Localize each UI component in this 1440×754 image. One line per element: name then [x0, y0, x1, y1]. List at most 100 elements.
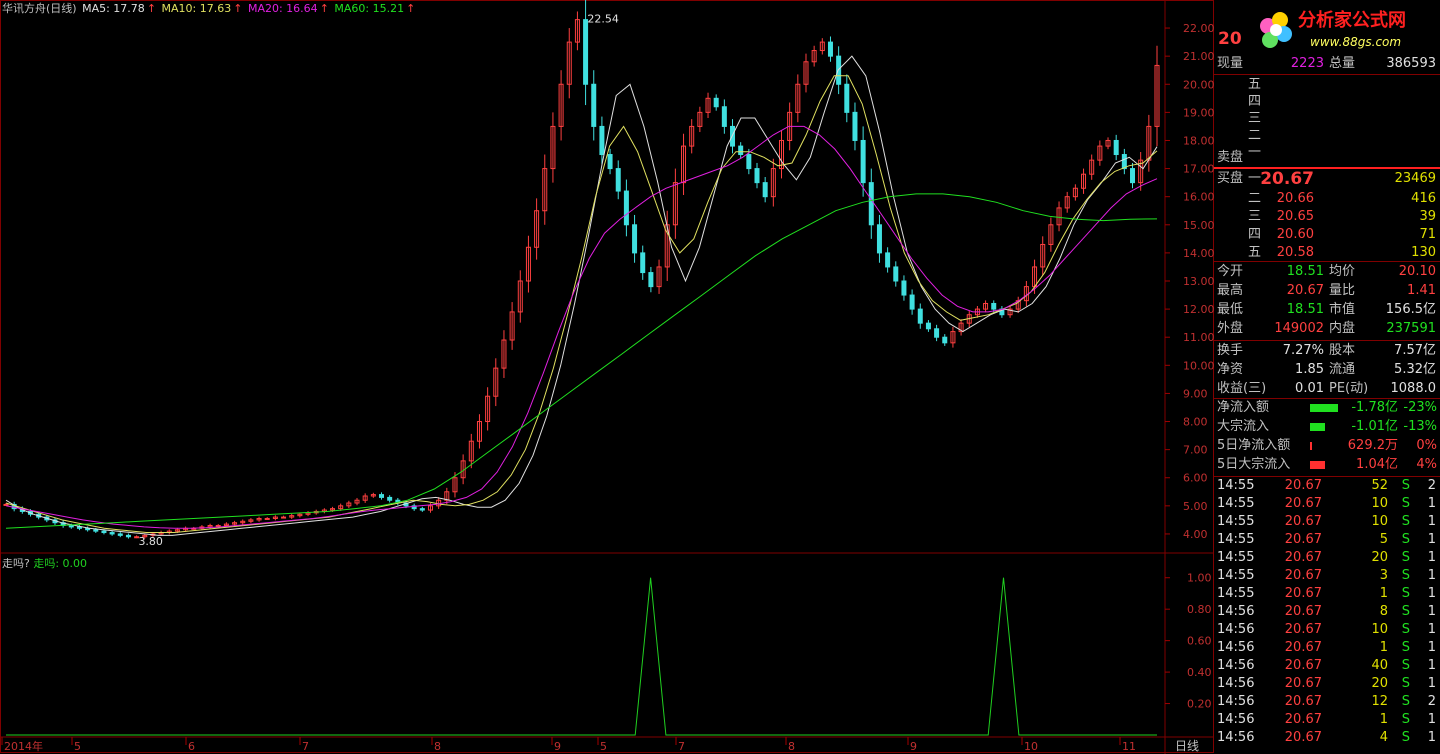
quote-panel: 20 现量 2223 总量 386593 五四三二一 卖盘 买盘 一 20.67 2… [1214, 0, 1440, 754]
tick-row[interactable]: 14:55 20.67 52 S 2 [1214, 477, 1440, 495]
sell-level-label: 三 [1248, 111, 1262, 126]
candle-body [901, 280, 907, 296]
sell-level-label: 五 [1248, 77, 1262, 92]
ma-line-ma20 [5, 125, 1158, 529]
stat-label: 量比 [1329, 283, 1356, 298]
candle-body [68, 525, 74, 528]
tick-row[interactable]: 14:56 20.67 1 S 1 [1214, 639, 1440, 657]
candle-body [917, 308, 923, 324]
candle-body [109, 532, 115, 535]
tick-row[interactable]: 14:55 20.67 3 S 1 [1214, 567, 1440, 585]
candle-body [264, 517, 270, 520]
candle-body [640, 252, 646, 274]
tick-row[interactable]: 14:56 20.67 4 S 1 [1214, 729, 1440, 747]
x-tick-label: 9 [554, 740, 561, 753]
stat-row: 最高 20.67 量比 1.41 [1214, 282, 1440, 300]
tick-price: 20.67 [1284, 694, 1322, 709]
tick-count: 1 [1427, 658, 1436, 673]
high-annotation: 22.54 [587, 12, 619, 25]
stat-value: 18.51 [1286, 302, 1324, 317]
chart-frame [0, 0, 1214, 753]
tick-side: S [1401, 604, 1410, 619]
tick-row[interactable]: 14:56 20.67 20 S 1 [1214, 675, 1440, 693]
buy-level-label: 五 [1248, 245, 1262, 260]
tick-row[interactable]: 14:55 20.67 5 S 1 [1214, 531, 1440, 549]
tick-time: 14:56 [1217, 730, 1255, 745]
indicator-label: 走吗? [2, 557, 30, 570]
y-tick-label: 9.00 [1183, 387, 1208, 400]
stat-row: 收益(三) 0.01 PE(动) 1088.0 [1214, 380, 1440, 398]
tick-side: S [1401, 712, 1410, 727]
y-tick-label: 15.00 [1183, 219, 1214, 232]
x-tick-label: 11 [1122, 740, 1136, 753]
tick-time: 14:56 [1217, 712, 1255, 727]
tick-price: 20.67 [1284, 730, 1322, 745]
tick-count: 1 [1427, 586, 1436, 601]
tick-volume: 12 [1371, 694, 1388, 709]
y-tick-label: 13.00 [1183, 275, 1214, 288]
buy-level-row: 三 20.65 39 [1214, 208, 1440, 226]
tick-time: 14:55 [1217, 550, 1255, 565]
tick-side: S [1401, 730, 1410, 745]
tick-row[interactable]: 14:56 20.67 8 S 1 [1214, 603, 1440, 621]
x-tick-label: 10 [1024, 740, 1038, 753]
volume-row: 现量 2223 总量 386593 [1214, 55, 1440, 73]
divider [1214, 340, 1440, 341]
flow-bar [1310, 461, 1325, 469]
bid-ask-divider [1214, 167, 1440, 169]
period-label[interactable]: 日线 [1175, 739, 1199, 753]
buy-level-price: 20.60 [1276, 227, 1314, 242]
candle-body [615, 168, 621, 192]
stat-label: 均价 [1329, 264, 1356, 279]
candle-body [860, 139, 866, 184]
tick-time: 14:56 [1217, 676, 1255, 691]
tick-time: 14:55 [1217, 568, 1255, 583]
candle-body [215, 525, 221, 528]
tick-count: 1 [1427, 514, 1436, 529]
buy-level-label: 二 [1248, 191, 1262, 206]
tick-count: 1 [1427, 730, 1436, 745]
stat-row: 净资 1.85 流通 5.32亿 [1214, 361, 1440, 379]
low-annotation: 3.80 [138, 535, 163, 548]
stat-row: 最低 18.51 市值 156.5亿 [1214, 301, 1440, 319]
tick-time: 14:56 [1217, 658, 1255, 673]
tick-count: 1 [1427, 532, 1436, 547]
tick-row[interactable]: 14:55 20.67 20 S 1 [1214, 549, 1440, 567]
ind-y-tick-label: 0.20 [1187, 698, 1212, 711]
tick-row[interactable]: 14:56 20.67 12 S 2 [1214, 693, 1440, 711]
candle-body [607, 154, 613, 170]
tick-row[interactable]: 14:55 20.67 10 S 1 [1214, 495, 1440, 513]
flow-percent: -13% [1403, 419, 1437, 434]
sell-level-row: 二 [1214, 127, 1440, 145]
tick-row[interactable]: 14:55 20.67 10 S 1 [1214, 513, 1440, 531]
tick-row[interactable]: 14:56 20.67 40 S 1 [1214, 657, 1440, 675]
candle-body [281, 516, 287, 519]
flow-label: 净流入额 [1217, 400, 1270, 415]
tick-volume: 8 [1379, 604, 1388, 619]
tick-volume: 1 [1379, 712, 1388, 727]
buy-level-label: 四 [1248, 227, 1262, 242]
stat-label: 最低 [1217, 302, 1244, 317]
tick-row[interactable]: 14:55 20.67 1 S 1 [1214, 585, 1440, 603]
tick-row[interactable]: 14:56 20.67 1 S 1 [1214, 711, 1440, 729]
flow-value: 1.04亿 [1356, 457, 1398, 472]
candle-body [648, 272, 654, 288]
y-tick-label: 16.00 [1183, 191, 1214, 204]
tick-volume: 10 [1371, 496, 1388, 511]
flow-row: 5日大宗流入 1.04亿 4% [1214, 456, 1440, 474]
chart-area[interactable]: 22.00 21.00 20.00 19.00 18.00 17.00 16.00 15.00… [0, 0, 1214, 754]
candle-body [746, 154, 752, 170]
candle-body [942, 336, 948, 344]
tick-side: S [1401, 676, 1410, 691]
candle-body [762, 182, 768, 198]
stat-value: 156.5亿 [1385, 302, 1436, 317]
tick-count: 1 [1427, 496, 1436, 511]
indicator-line [6, 577, 1157, 736]
tick-row[interactable]: 14:56 20.67 10 S 1 [1214, 621, 1440, 639]
flow-percent: -23% [1403, 400, 1437, 415]
y-tick-label: 6.00 [1183, 472, 1208, 485]
x-tick-label: 6 [188, 740, 195, 753]
candle-body [632, 224, 638, 254]
flow-value: -1.01亿 [1351, 419, 1398, 434]
buy-level-volume: 71 [1419, 227, 1436, 242]
